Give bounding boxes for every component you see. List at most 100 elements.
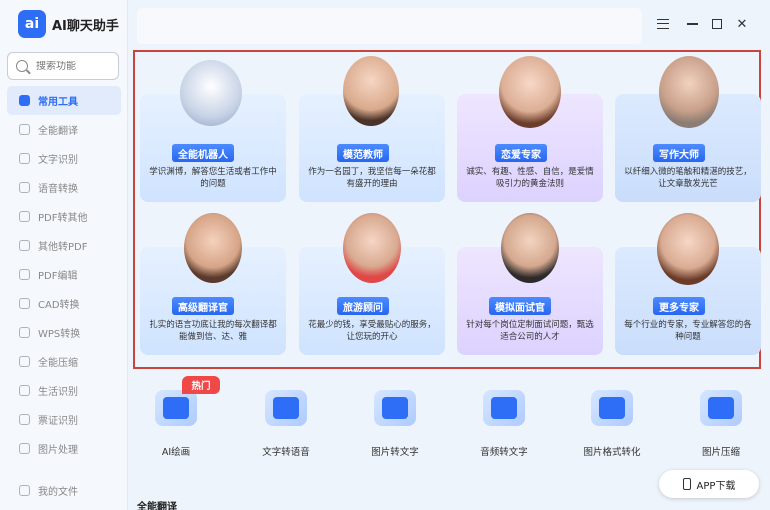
sidebar-item-ticket-recognition[interactable]: 票证识别 bbox=[7, 405, 121, 434]
maximize-icon[interactable] bbox=[709, 16, 725, 32]
expert-name: 恋爱专家 bbox=[495, 144, 547, 162]
pdf-icon bbox=[19, 211, 30, 222]
menu-icon[interactable] bbox=[655, 16, 671, 32]
expert-desc: 以纤细入微的笔触和精湛的技艺，让文章散发光芒 bbox=[624, 167, 752, 189]
sidebar-item-label: 图片处理 bbox=[38, 445, 78, 456]
sidebar-bottom: 我的文件 bbox=[7, 476, 121, 505]
sidebar: ai AI聊天助手 常用工具 全能翻译 文字识别 语音转换 PDF转其他 其他转… bbox=[0, 0, 128, 510]
app-logo: ai bbox=[18, 10, 46, 38]
expert-card-writer[interactable]: 写作大师 以纤细入微的笔触和精湛的技艺，让文章散发光芒 bbox=[615, 56, 761, 202]
expert-desc: 每个行业的专家，专业解答您的各种问题 bbox=[624, 320, 752, 342]
sidebar-item-translate[interactable]: 全能翻译 bbox=[7, 115, 121, 144]
sidebar-item-my-files[interactable]: 我的文件 bbox=[7, 476, 121, 505]
sidebar-item-label: 全能翻译 bbox=[38, 126, 78, 137]
sidebar-item-pdf-edit[interactable]: PDF编辑 bbox=[7, 260, 121, 289]
more-experts-avatar-icon bbox=[657, 213, 719, 285]
wps-icon bbox=[19, 327, 30, 338]
close-icon[interactable]: ✕ bbox=[734, 16, 750, 32]
app-title: AI聊天助手 bbox=[52, 18, 119, 34]
sidebar-item-image[interactable]: 图片处理 bbox=[7, 434, 121, 463]
sidebar-item-pdf-to-other[interactable]: PDF转其他 bbox=[7, 202, 121, 231]
search-box[interactable] bbox=[7, 52, 119, 80]
robot-avatar-icon bbox=[180, 60, 242, 126]
expert-name: 旅游顾问 bbox=[337, 297, 389, 315]
main-panel: ✕ 全能机器人 学识渊博，解答您生活或者工作中的问题 模范教师 作为一名园丁，我… bbox=[129, 0, 770, 510]
expert-card-robot[interactable]: 全能机器人 学识渊博，解答您生活或者工作中的问题 bbox=[140, 60, 286, 202]
interviewer-avatar-icon bbox=[501, 213, 559, 283]
expert-card-translator[interactable]: 高级翻译官 扎实的语言功底让我的每次翻译都能做到信、达、雅 bbox=[140, 213, 286, 355]
search-icon bbox=[16, 60, 28, 72]
sidebar-item-label: 我的文件 bbox=[38, 487, 78, 498]
section-title: 全能翻译 bbox=[137, 502, 177, 510]
expert-desc: 作为一名园丁，我坚信每一朵花都有盛开的理由 bbox=[308, 167, 436, 189]
app-download-button[interactable]: APP下载 bbox=[659, 470, 759, 498]
tool-image-to-text[interactable]: 图片转文字 bbox=[350, 390, 440, 458]
phone-icon bbox=[682, 478, 691, 490]
sidebar-item-wps[interactable]: WPS转换 bbox=[7, 318, 121, 347]
sidebar-item-compress[interactable]: 全能压缩 bbox=[7, 347, 121, 376]
expert-desc: 诚实、有趣、性感、自信，是爱情吸引力的黄金法则 bbox=[466, 167, 594, 189]
grid-icon bbox=[19, 95, 30, 106]
search-input[interactable] bbox=[36, 60, 112, 72]
tool-image-compress[interactable]: 图片压缩 bbox=[676, 390, 766, 458]
voice-icon bbox=[19, 182, 30, 193]
camera-icon bbox=[19, 385, 30, 396]
expert-desc: 花最少的钱，享受最贴心的服务，让您玩的开心 bbox=[308, 320, 436, 342]
expert-grid: 全能机器人 学识渊博，解答您生活或者工作中的问题 模范教师 作为一名园丁，我坚信… bbox=[133, 50, 761, 369]
sidebar-item-life-recognition[interactable]: 生活识别 bbox=[7, 376, 121, 405]
tool-image-format[interactable]: 图片格式转化 bbox=[567, 390, 657, 458]
folder-icon bbox=[19, 485, 30, 496]
image-format-icon bbox=[591, 390, 633, 426]
tool-name: 音频转文字 bbox=[480, 447, 528, 458]
sidebar-item-label: 其他转PDF bbox=[38, 242, 88, 253]
tool-audio-to-text[interactable]: 音频转文字 bbox=[459, 390, 549, 458]
edit-icon bbox=[19, 269, 30, 280]
tool-text-to-speech[interactable]: 文字转语音 bbox=[241, 390, 331, 458]
minimize-icon[interactable] bbox=[684, 16, 700, 32]
expert-desc: 扎实的语言功底让我的每次翻译都能做到信、达、雅 bbox=[149, 320, 277, 342]
sidebar-item-label: 全能压缩 bbox=[38, 358, 78, 369]
tool-name: AI绘画 bbox=[161, 447, 191, 458]
brand: ai AI聊天助手 bbox=[18, 10, 119, 38]
sidebar-item-cad[interactable]: CAD转换 bbox=[7, 289, 121, 318]
scan-icon bbox=[19, 153, 30, 164]
translate-icon bbox=[19, 124, 30, 135]
image-icon bbox=[19, 443, 30, 454]
hot-badge: 热门 bbox=[182, 376, 220, 394]
expert-name: 更多专家 bbox=[653, 297, 705, 315]
expert-card-teacher[interactable]: 模范教师 作为一名园丁，我坚信每一朵花都有盛开的理由 bbox=[299, 56, 445, 202]
compress-icon bbox=[19, 356, 30, 367]
audio-to-text-icon bbox=[483, 390, 525, 426]
expert-card-travel[interactable]: 旅游顾问 花最少的钱，享受最贴心的服务，让您玩的开心 bbox=[299, 213, 445, 355]
pdf-convert-icon bbox=[19, 240, 30, 251]
tool-ai-paint[interactable]: AI绘画 bbox=[131, 390, 221, 458]
image-to-text-icon bbox=[374, 390, 416, 426]
sidebar-item-ocr[interactable]: 文字识别 bbox=[7, 144, 121, 173]
tool-name: 文字转语音 bbox=[262, 447, 310, 458]
ai-paint-icon bbox=[155, 390, 197, 426]
sidebar-item-other-to-pdf[interactable]: 其他转PDF bbox=[7, 231, 121, 260]
love-expert-avatar-icon bbox=[499, 56, 561, 128]
writer-avatar-icon bbox=[659, 56, 719, 128]
sidebar-item-label: 文字识别 bbox=[38, 155, 78, 166]
sidebar-item-label: PDF转其他 bbox=[38, 213, 88, 224]
app-download-label: APP下载 bbox=[696, 480, 736, 492]
cad-icon bbox=[19, 298, 30, 309]
sidebar-item-label: 语音转换 bbox=[38, 184, 78, 195]
translator-avatar-icon bbox=[184, 213, 242, 283]
tool-name: 图片转文字 bbox=[371, 447, 419, 458]
ticket-icon bbox=[19, 414, 30, 425]
sidebar-nav: 常用工具 全能翻译 文字识别 语音转换 PDF转其他 其他转PDF PDF编辑 … bbox=[7, 86, 121, 463]
sidebar-item-voice[interactable]: 语音转换 bbox=[7, 173, 121, 202]
expert-desc: 学识渊博，解答您生活或者工作中的问题 bbox=[149, 167, 277, 189]
sidebar-item-label: 票证识别 bbox=[38, 416, 78, 427]
sidebar-item-label: CAD转换 bbox=[38, 300, 80, 311]
tool-name: 图片压缩 bbox=[701, 447, 740, 458]
sidebar-item-common-tools[interactable]: 常用工具 bbox=[7, 86, 121, 115]
teacher-avatar-icon bbox=[343, 56, 399, 126]
expert-card-more[interactable]: 更多专家 每个行业的专家，专业解答您的各种问题 bbox=[615, 213, 761, 355]
sidebar-item-label: 生活识别 bbox=[38, 387, 78, 398]
expert-card-love[interactable]: 恋爱专家 诚实、有趣、性感、自信，是爱情吸引力的黄金法则 bbox=[457, 56, 603, 202]
tool-name: 图片格式转化 bbox=[583, 447, 641, 458]
expert-card-interviewer[interactable]: 模拟面试官 针对每个岗位定制面试问题，甄选适合公司的人才 bbox=[457, 213, 603, 355]
